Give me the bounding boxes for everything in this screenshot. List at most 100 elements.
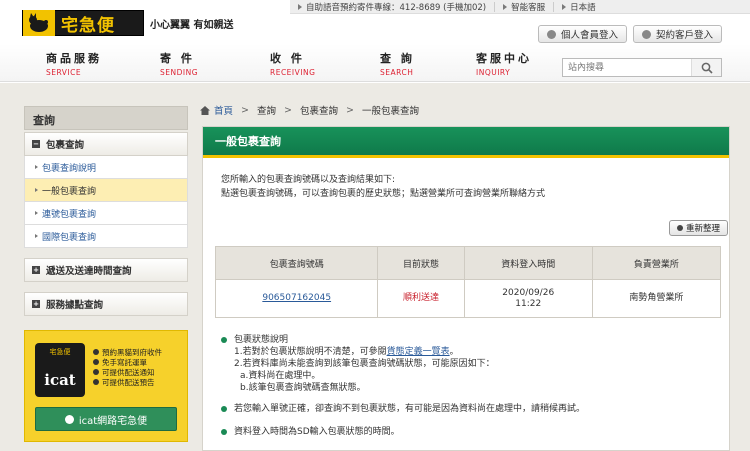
note-title: 包裹狀態說明 <box>234 335 289 345</box>
note-text: 。 <box>449 347 459 357</box>
office-link[interactable]: 南勢角營業所 <box>591 279 722 318</box>
status-definition-link[interactable]: 貨態定義一覽表 <box>387 347 450 357</box>
table-row: 906507162045 順利送達 2020/09/26 11:22 南勢角營業所 <box>214 279 722 318</box>
arrow-icon <box>35 211 38 215</box>
plus-icon: + <box>32 266 40 274</box>
brand-slogan: 小心翼翼 有如親送 <box>150 19 234 31</box>
sidebar-section-locations-label: 服務據點查詢 <box>46 300 104 311</box>
refresh-button[interactable]: 重新整理 <box>669 220 729 236</box>
note-text: 若您輸入單號正確，卻查詢不到包裹狀態，有可能是因為資料尚在處理中，請稍候再試。 <box>234 404 586 414</box>
nav-inquiry[interactable]: 客服中心 INQUIRY <box>476 50 566 77</box>
check-icon <box>93 379 99 385</box>
sidebar-section-delivery-time[interactable]: + 遞送及送達時間查詢 <box>24 258 188 282</box>
note-line: a.資料尚在處理中。 <box>240 371 321 381</box>
icat-online-label: icat網路宅急便 <box>78 415 148 427</box>
col-office-header: 負責營業所 <box>591 246 722 280</box>
sidebar-item-label: 國際包裹查詢 <box>42 232 97 243</box>
bullet-icon <box>562 3 567 10</box>
breadcrumb: 首頁 > 查詢 > 包裹查詢 > 一般包裹查詢 <box>200 103 419 117</box>
nav-sending-en: SENDING <box>160 68 199 77</box>
check-icon <box>93 359 99 365</box>
sidebar-item-label: 連號包裹查詢 <box>42 209 97 220</box>
note-line: 2.若資料庫尚未能查詢到該筆包裹查詢號碼狀態，可能原因如下： <box>234 359 495 369</box>
icat-feature-list: 預約黑貓到府收件 免手寫託運單 可提供配送通知 可提供配送預告 <box>93 347 162 387</box>
notes: 包裹狀態說明 1.若對於包裹狀態說明不清楚，可參閱貨態定義一覽表。 2.若資料庫… <box>221 334 721 438</box>
tracking-number-link[interactable]: 906507162045 <box>214 279 379 318</box>
nav-service[interactable]: 商品服務 SERVICE <box>46 50 136 77</box>
note-item: 若您輸入單號正確，卻查詢不到包裹狀態，有可能是因為資料尚在處理中，請稍候再試。 <box>221 403 721 415</box>
voice-booking-link[interactable]: 自助語音預約寄件專線：412-8689 (手機加02) <box>290 2 494 13</box>
nav-search-en: SEARCH <box>380 68 414 77</box>
check-icon <box>93 369 99 375</box>
icat-feature: 可提供配送通知 <box>93 367 162 377</box>
top-utility-bar: 自助語音預約寄件專線：412-8689 (手機加02) 智能客服 日本語 <box>290 0 750 14</box>
icat-logo: 宅急便 icat <box>35 343 85 397</box>
icat-feature: 預約黑貓到府收件 <box>93 347 162 357</box>
time-clock: 11:22 <box>515 298 542 309</box>
arrow-icon <box>35 188 38 192</box>
japanese-label: 日本語 <box>570 2 596 13</box>
bullet-icon <box>503 3 508 10</box>
sidebar-section-locations[interactable]: + 服務據點查詢 <box>24 292 188 316</box>
sidebar-section-parcel[interactable]: − 包裹查詢 <box>24 132 188 156</box>
intro-line: 您所輸入的包裹查詢號碼以及查詢結果如下: <box>221 175 396 185</box>
member-login-button[interactable]: 個人會員登入 <box>538 25 628 43</box>
search-button[interactable] <box>691 59 721 76</box>
note-item: 資料登入時間為SD輸入包裹狀態的時間。 <box>221 426 721 438</box>
icat-online-button[interactable]: icat網路宅急便 <box>35 407 177 431</box>
time-date: 2020/09/26 <box>502 287 555 298</box>
chevron-right-icon: > <box>345 104 354 116</box>
japanese-link[interactable]: 日本語 <box>553 1 604 13</box>
bullet-icon <box>221 406 227 412</box>
nav-sending-label: 寄 件 <box>160 52 195 65</box>
sidebar-item-intl-search[interactable]: 國際包裹查詢 <box>24 225 188 248</box>
check-icon <box>93 349 99 355</box>
refresh-label: 重新整理 <box>686 224 721 234</box>
plus-icon: + <box>32 300 40 308</box>
user-icon <box>642 29 651 39</box>
home-icon <box>200 105 210 115</box>
icat-feature: 免手寫託運單 <box>93 357 162 367</box>
col-status-header: 目前狀態 <box>377 246 465 280</box>
arrow-icon <box>35 234 38 238</box>
icat-logo-big: icat <box>44 371 76 389</box>
breadcrumb-search[interactable]: 查詢 <box>257 103 276 117</box>
note-item: 包裹狀態說明 <box>221 334 721 346</box>
circle-arrow-icon <box>64 414 74 424</box>
contract-login-button[interactable]: 契約客戶登入 <box>633 25 723 43</box>
time-cell: 2020/09/26 11:22 <box>463 279 593 318</box>
black-cat-icon <box>23 10 55 36</box>
col-time-header: 資料登入時間 <box>463 246 593 280</box>
breadcrumb-home[interactable]: 首頁 <box>214 103 233 117</box>
breadcrumb-parcel[interactable]: 包裹查詢 <box>300 103 338 117</box>
bullet-icon <box>298 3 302 10</box>
icat-logo-small: 宅急便 <box>49 348 71 356</box>
status-cell: 順利送達 <box>377 279 465 318</box>
smart-service-label: 智能客服 <box>511 2 546 13</box>
nav-inquiry-en: INQUIRY <box>476 68 511 77</box>
nav-search[interactable]: 查 詢 SEARCH <box>380 50 470 77</box>
panel-title: 一般包裹查詢 <box>203 127 729 158</box>
user-icon <box>547 29 556 39</box>
sidebar-item-serial-search[interactable]: 連號包裹查詢 <box>24 202 188 225</box>
sidebar-item-general-search[interactable]: 一般包裹查詢 <box>24 179 188 202</box>
search-input[interactable] <box>563 59 691 76</box>
search-icon <box>701 62 713 74</box>
note-line: b.該筆包裹查詢號碼查無狀態。 <box>240 383 366 393</box>
nav-receiving[interactable]: 收 件 RECEIVING <box>270 50 360 77</box>
nav-service-label: 商品服務 <box>46 52 102 65</box>
icat-feature: 可提供配送預告 <box>93 377 162 387</box>
chevron-right-icon: > <box>284 104 292 116</box>
smart-service-link[interactable]: 智能客服 <box>494 1 553 13</box>
icat-promo: 宅急便 icat 預約黑貓到府收件 免手寫託運單 可提供配送通知 可提供配送預告… <box>24 330 188 442</box>
breadcrumb-current: 一般包裹查詢 <box>361 106 419 117</box>
nav-sending[interactable]: 寄 件 SENDING <box>160 50 250 77</box>
nav-service-en: SERVICE <box>46 68 82 77</box>
sidebar-item-parcel-help[interactable]: 包裹查詢說明 <box>24 156 188 179</box>
page: 自助語音預約寄件專線：412-8689 (手機加02) 智能客服 日本語 宅急便… <box>0 0 750 451</box>
nav-search-label: 查 詢 <box>380 52 415 65</box>
sidebar-item-label: 包裹查詢說明 <box>42 163 97 174</box>
brand-logo[interactable]: 宅急便 小心翼翼 有如親送 <box>22 10 233 36</box>
brand-name: 宅急便 <box>61 15 115 36</box>
main-panel: 一般包裹查詢 您所輸入的包裹查詢號碼以及查詢結果如下: 點選包裹查詢號碼，可以查… <box>202 126 730 451</box>
